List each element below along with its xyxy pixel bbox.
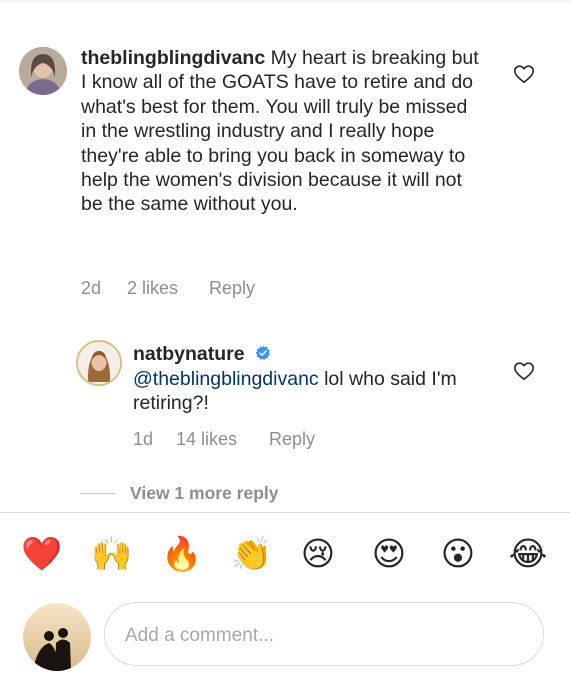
top-divider [0, 0, 570, 2]
view-more-replies-label: View 1 more reply [130, 483, 279, 503]
crying-face-emoji-button[interactable]: 😢 [298, 534, 338, 574]
comment-2-body: @theblingblingdivanc lol who said I'm re… [133, 367, 483, 416]
like-heart-icon[interactable] [513, 63, 535, 85]
avatar[interactable] [76, 340, 122, 386]
surprised-face-emoji-button[interactable]: 😮 [438, 534, 478, 574]
verified-badge-icon [255, 345, 271, 360]
fire-emoji-button[interactable]: 🔥 [161, 534, 202, 574]
likes-count[interactable]: 14 likes [176, 429, 269, 450]
heart-eyes-emoji-button[interactable]: 😍 [369, 534, 409, 574]
tears-of-joy-emoji-button[interactable]: 😂 [508, 534, 548, 574]
reply-button[interactable]: Reply [209, 278, 255, 299]
current-user-avatar[interactable] [23, 603, 91, 671]
comment-1-meta: 2d 2 likes Reply [81, 278, 255, 299]
reply-button[interactable]: Reply [269, 429, 315, 450]
comment-2-username[interactable]: natbynature [133, 343, 245, 365]
timestamp: 2d [81, 278, 102, 298]
likes-count[interactable]: 2 likes [127, 278, 209, 299]
quick-emoji-bar: ❤️ 🙌 🔥 👏 😢 😍 😮 😂 [0, 534, 570, 574]
comment-input-container [104, 602, 544, 666]
add-comment-input[interactable] [123, 619, 527, 653]
avatar[interactable] [19, 47, 67, 95]
like-heart-icon[interactable] [513, 360, 535, 382]
clapping-hands-emoji-button[interactable]: 👏 [231, 534, 272, 574]
raising-hands-emoji-button[interactable]: 🙌 [91, 534, 132, 574]
comment-1-text: My heart is breaking but I know all of t… [81, 47, 479, 216]
mention-link[interactable]: @theblingblingdivanc [133, 368, 319, 390]
view-more-replies-button[interactable]: View 1 more reply [80, 483, 279, 504]
timestamp: 1d [133, 429, 154, 449]
comment-1-body: theblingblingdivanc My heart is breaking… [81, 46, 486, 217]
red-heart-emoji-button[interactable]: ❤️ [21, 534, 62, 574]
comment-1-username[interactable]: theblingblingdivanc [81, 47, 265, 69]
thread-line [80, 493, 116, 494]
emoji-bar-divider [0, 512, 570, 513]
comment-2-username-row: natbynature [133, 342, 271, 366]
comment-2-meta: 1d 14 likes Reply [133, 429, 315, 450]
